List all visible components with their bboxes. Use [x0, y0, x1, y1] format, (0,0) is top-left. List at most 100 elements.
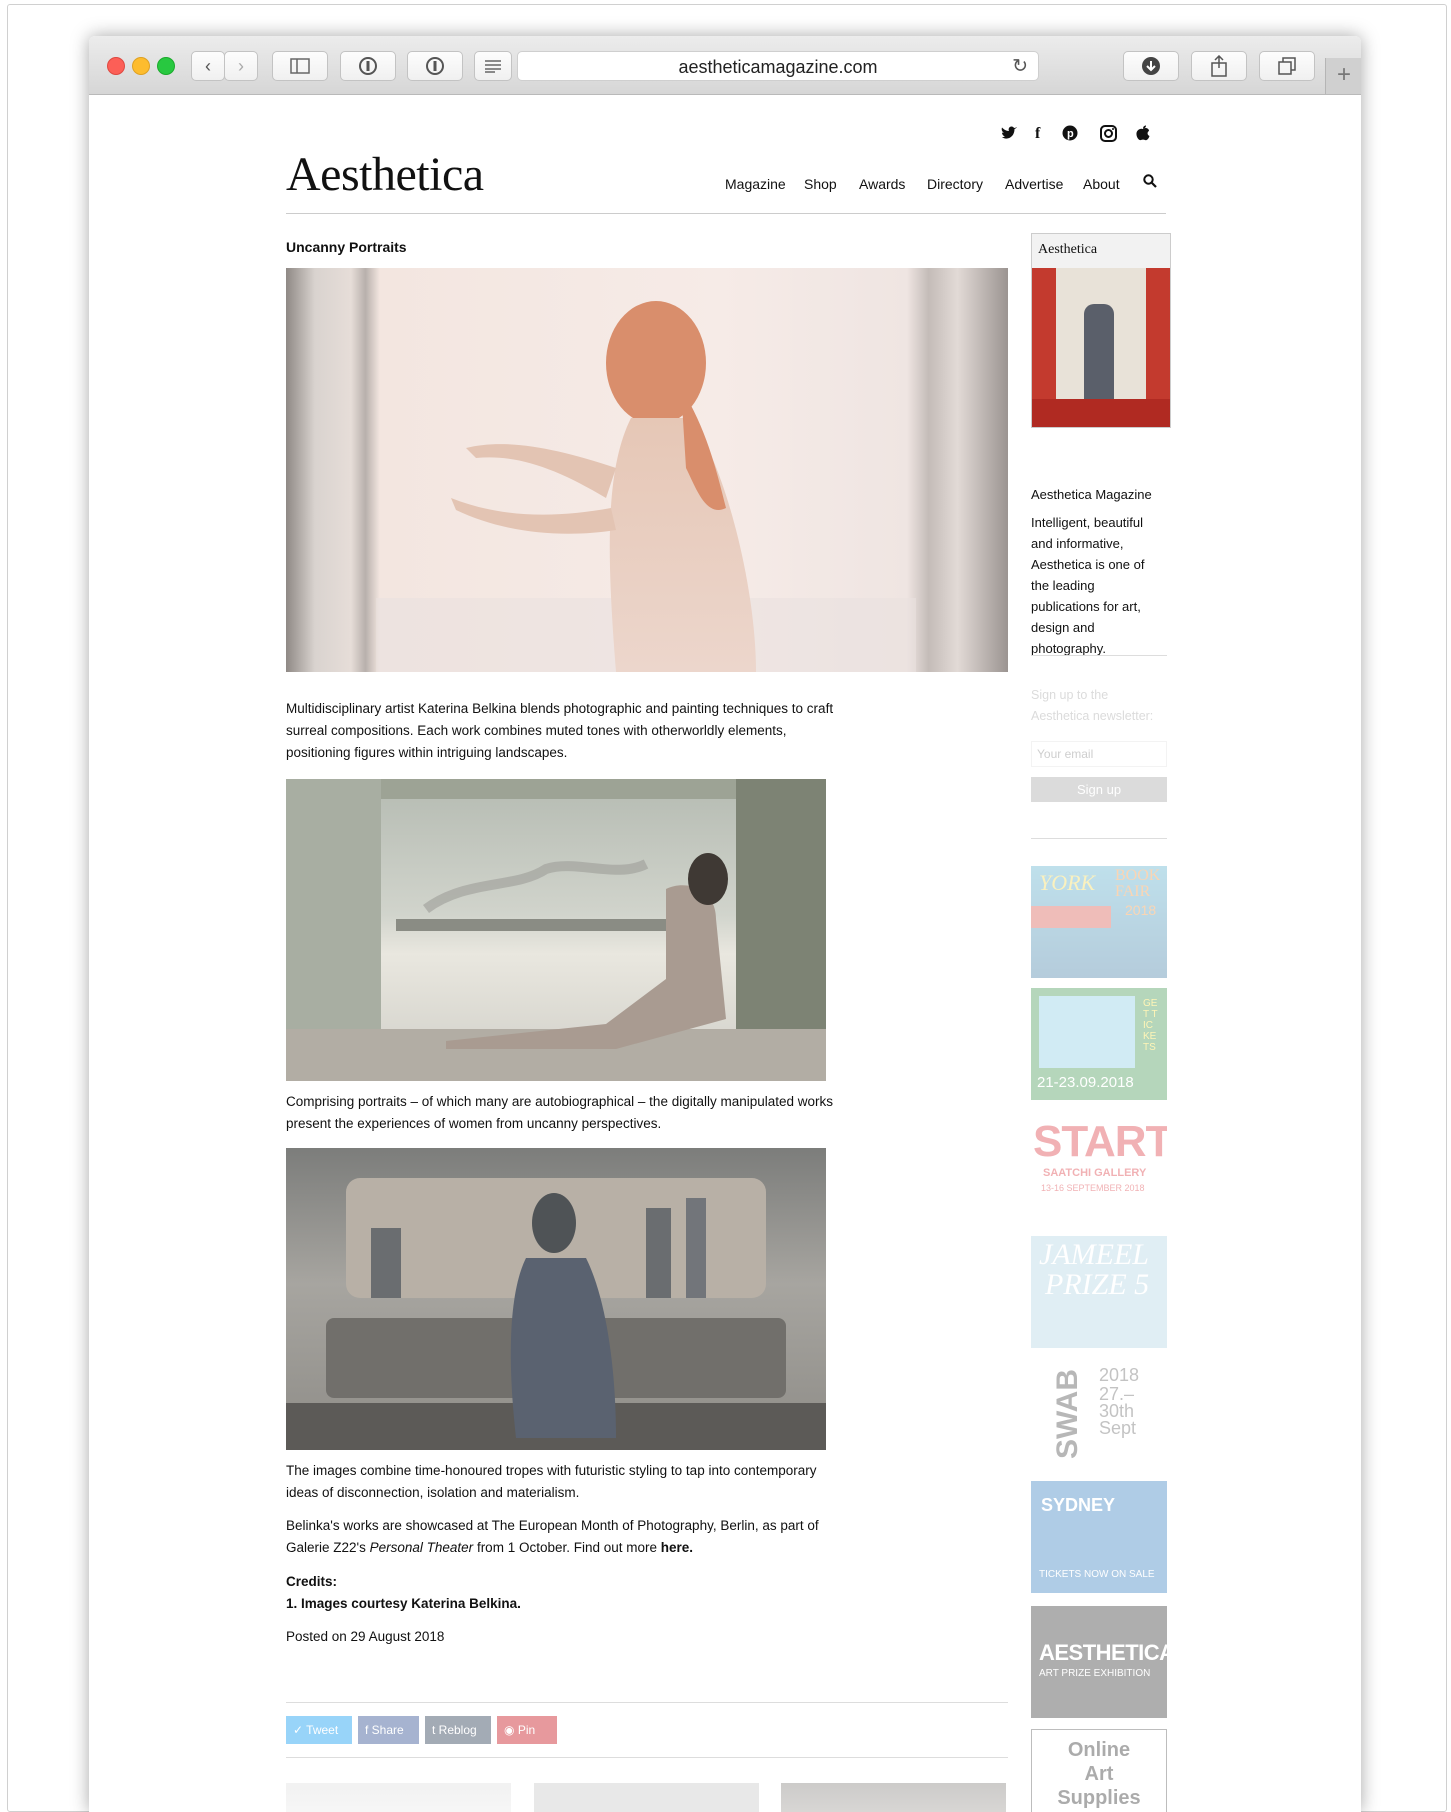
ad-start-title: START: [1033, 1117, 1167, 1166]
extension-1password-icon: [359, 57, 377, 75]
url-text: aestheticamagazine.com: [678, 57, 878, 77]
tab-overview-button[interactable]: [1259, 51, 1315, 81]
credits-item: 1. Images courtesy Katerina Belkina.: [286, 1596, 521, 1611]
nav-awards[interactable]: Awards: [859, 176, 905, 192]
close-window-button[interactable]: [107, 57, 125, 75]
ad-swab-date-3: Sept: [1099, 1418, 1137, 1438]
ad-online-text: Online Art Supplies: [1057, 1739, 1141, 1809]
cover-floor: [1032, 399, 1170, 427]
sidebar-icon: [290, 58, 310, 74]
share-label: Share: [371, 1723, 404, 1737]
search-icon[interactable]: [1143, 174, 1157, 191]
nav-shop[interactable]: Shop: [804, 176, 837, 192]
nav-advertise[interactable]: Advertise: [1005, 176, 1063, 192]
twitter-icon[interactable]: [1001, 125, 1017, 144]
credits-label: Credits:: [286, 1574, 338, 1589]
ad-swab-year: 2018: [1099, 1365, 1140, 1385]
share-divider-bottom: [286, 1757, 1008, 1758]
cover-title: Aesthetica: [1038, 242, 1098, 257]
pinterest-icon[interactable]: p: [1062, 125, 1078, 146]
back-button[interactable]: ‹: [191, 51, 225, 81]
ad-unseen[interactable]: GET TICKETS 21-23.09.2018: [1031, 988, 1167, 1100]
related-post-thumb-1[interactable]: [286, 1783, 511, 1812]
share-icon: [1211, 55, 1227, 77]
article-paragraph-1: Multidisciplinary artist Katerina Belkin…: [286, 701, 834, 760]
magazine-title[interactable]: Aesthetica Magazine: [1031, 484, 1161, 505]
pinterest-pin-button[interactable]: ◉ Pin: [497, 1716, 557, 1744]
browser-window: ‹ › aestheticamagazine.com ↻ + f p Aesth…: [89, 36, 1361, 1812]
ad-jameel-text-1: JAMEEL: [1039, 1238, 1149, 1271]
tumblr-icon: t: [432, 1723, 439, 1737]
article-paragraph-3: The images combine time-honoured tropes …: [286, 1463, 817, 1500]
find-out-more-link[interactable]: here.: [661, 1540, 693, 1555]
chevron-right-icon: ›: [238, 55, 244, 76]
share-divider-top: [286, 1702, 1008, 1703]
exhibition-title: Personal Theater: [369, 1540, 474, 1555]
ad-start[interactable]: START SAATCHI GALLERY 13-16 SEPTEMBER 20…: [1031, 1113, 1167, 1225]
ad-sydney[interactable]: SYDNEY TICKETS NOW ON SALE: [1031, 1481, 1167, 1593]
twitter-icon: ✓: [293, 1723, 307, 1737]
article-kicker[interactable]: Uncanny Portraits: [286, 239, 407, 255]
ad-aesthetica-prize[interactable]: AESTHETICA ART PRIZE EXHIBITION: [1031, 1606, 1167, 1718]
svg-text:p: p: [1067, 128, 1074, 140]
article-image-2[interactable]: [286, 779, 826, 1081]
tweet-label: Tweet: [306, 1723, 339, 1737]
instagram-icon[interactable]: [1100, 125, 1117, 147]
reader-view-button[interactable]: [474, 51, 512, 81]
nav-about[interactable]: About: [1083, 176, 1120, 192]
password-extension-button-2[interactable]: [407, 51, 463, 81]
nav-directory[interactable]: Directory: [927, 176, 983, 192]
sidebar-divider-2: [1031, 838, 1167, 839]
zoom-window-button[interactable]: [157, 57, 175, 75]
ad-start-dates: 13-16 SEPTEMBER 2018: [1041, 1183, 1145, 1193]
download-icon: [1142, 57, 1160, 75]
article-image-1[interactable]: [286, 268, 1008, 672]
ad-book-fair-banner: [1031, 906, 1111, 928]
address-bar[interactable]: aestheticamagazine.com ↻: [517, 51, 1039, 81]
ad-book-fair[interactable]: YORK BOOK FAIR 2018: [1031, 866, 1167, 978]
nav-magazine[interactable]: Magazine: [725, 176, 786, 192]
tweet-button[interactable]: ✓ Tweet: [286, 1716, 352, 1744]
facebook-share-button[interactable]: f Share: [358, 1716, 419, 1744]
apple-icon[interactable]: [1136, 125, 1150, 146]
tumblr-reblog-button[interactable]: t Reblog: [425, 1716, 491, 1744]
ad-start-venue: SAATCHI GALLERY: [1043, 1167, 1147, 1179]
minimize-window-button[interactable]: [132, 57, 150, 75]
ad-swab[interactable]: SWAB 2018 27.– 30th Sept: [1031, 1359, 1167, 1471]
ad-book-fair-text-1: YORK: [1039, 870, 1096, 895]
article-image-3[interactable]: [286, 1148, 826, 1450]
share-page-button[interactable]: [1191, 51, 1247, 81]
downloads-button[interactable]: [1123, 51, 1179, 81]
portrait-figure-3: [286, 1178, 826, 1450]
sidebar-divider-1: [1031, 655, 1167, 656]
magazine-description: Intelligent, beautiful and informative, …: [1031, 515, 1145, 656]
password-extension-button[interactable]: [340, 51, 396, 81]
related-post-thumb-2[interactable]: [534, 1783, 759, 1812]
forward-button[interactable]: ›: [224, 51, 258, 81]
ad-swab-title: SWAB: [1051, 1369, 1084, 1459]
article-paragraph-4-text-2: from 1 October. Find out more: [473, 1540, 661, 1555]
reload-icon[interactable]: ↻: [1012, 55, 1028, 78]
ad-unseen-dates: 21-23.09.2018: [1037, 1074, 1134, 1091]
newsletter-email-input[interactable]: [1031, 741, 1167, 767]
ad-jameel[interactable]: JAMEEL PRIZE 5: [1031, 1236, 1167, 1348]
article-paragraph-2: Comprising portraits – of which many are…: [286, 1094, 834, 1131]
header-divider: [286, 213, 1166, 214]
ad-aesthetica-title: AESTHETICA: [1039, 1640, 1167, 1665]
chevron-left-icon: ‹: [205, 55, 211, 76]
ad-aesthetica-subtitle: ART PRIZE EXHIBITION: [1039, 1668, 1151, 1679]
reader-icon: [485, 60, 501, 73]
facebook-icon[interactable]: f: [1035, 125, 1040, 143]
posted-date: Posted on 29 August 2018: [286, 1629, 445, 1644]
magazine-cover[interactable]: Aesthetica: [1031, 233, 1171, 428]
portrait-figure-2: [286, 779, 826, 1081]
facebook-icon: f: [365, 1723, 372, 1737]
new-tab-button[interactable]: +: [1325, 58, 1361, 94]
site-logo[interactable]: Aesthetica: [286, 147, 484, 202]
ad-online-art-supplies[interactable]: Online Art Supplies: [1031, 1729, 1167, 1812]
sidebar-toggle-button[interactable]: [272, 51, 328, 81]
cover-figure: [1084, 304, 1114, 414]
tabs-icon: [1278, 57, 1296, 75]
related-post-thumb-3[interactable]: [781, 1783, 1006, 1812]
newsletter-signup-button[interactable]: Sign up: [1031, 777, 1167, 802]
